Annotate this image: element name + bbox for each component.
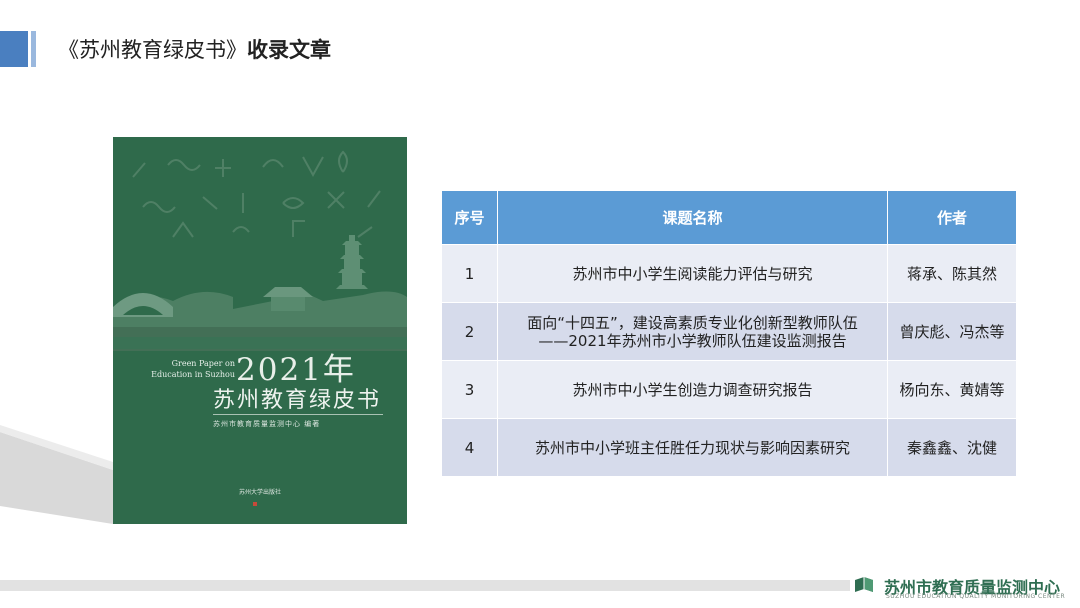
table-row: 3 苏州市中小学生创造力调查研究报告 杨向东、黄婧等 xyxy=(442,360,1016,418)
articles-table: 序号 课题名称 作者 1 苏州市中小学生阅读能力评估与研究 蒋承、陈其然 2 面… xyxy=(442,191,1016,476)
row-author: 杨向东、黄婧等 xyxy=(899,380,1005,399)
header-cell-number: 序号 xyxy=(442,191,498,244)
row-author: 秦鑫鑫、沈健 xyxy=(906,438,997,457)
row-title: 苏州市中小学生创造力调查研究报告 xyxy=(498,361,888,418)
book-english-line2: Education in Suzhou xyxy=(151,370,235,379)
row-title-line1: 面向“十四五”，建设高素质专业化创新型教师队伍 xyxy=(527,313,858,332)
row-number: 4 xyxy=(442,419,498,476)
header-accent-bar xyxy=(0,31,28,67)
footer-bar xyxy=(0,580,850,591)
book-english-title: Green Paper on Education in Suzhou xyxy=(145,358,235,380)
row-title-line1: 苏州市中小学班主任胜任力现状与影响因素研究 xyxy=(534,438,850,457)
row-title: 面向“十四五”，建设高素质专业化创新型教师队伍 ——2021年苏州市小学教师队伍建… xyxy=(498,303,888,360)
row-title-line2: ——2021年苏州市小学教师队伍建设监测报告 xyxy=(538,331,847,350)
book-english-line1: Green Paper on xyxy=(171,359,235,368)
row-author: 蒋承、陈其然 xyxy=(906,264,997,283)
row-author: 曾庆彪、冯杰等 xyxy=(899,322,1005,341)
page-title-bold: 收录文章 xyxy=(247,38,331,62)
table-header-row: 序号 课题名称 作者 xyxy=(442,191,1016,244)
row-number: 1 xyxy=(442,245,498,302)
page-title: 《苏州教育绿皮书》收录文章 xyxy=(58,34,331,66)
header-cell-title: 课题名称 xyxy=(498,191,888,244)
row-title-line1: 苏州市中小学生阅读能力评估与研究 xyxy=(572,264,813,283)
book-cover-artwork xyxy=(113,150,407,506)
row-title: 苏州市中小学班主任胜任力现状与影响因素研究 xyxy=(498,419,888,476)
table-row: 2 面向“十四五”，建设高素质专业化创新型教师队伍 ——2021年苏州市小学教师队… xyxy=(442,302,1016,360)
book-title: 苏州教育绿皮书 xyxy=(213,388,382,413)
table-row: 4 苏州市中小学班主任胜任力现状与影响因素研究 秦鑫鑫、沈健 xyxy=(442,418,1016,476)
table-row: 1 苏州市中小学生阅读能力评估与研究 蒋承、陈其然 xyxy=(442,244,1016,302)
row-title: 苏州市中小学生阅读能力评估与研究 xyxy=(498,245,888,302)
header-accent-bar-thin xyxy=(31,31,36,67)
header-cell-author: 作者 xyxy=(936,208,967,227)
row-number: 2 xyxy=(442,303,498,360)
book-press: 苏州大学出版社 xyxy=(239,489,282,496)
book-cover-image: Green Paper on Education in Suzhou 2021年… xyxy=(113,137,407,524)
row-number: 3 xyxy=(442,361,498,418)
book-icon xyxy=(855,577,873,592)
book-editor: 苏州市教育质量监测中心 编著 xyxy=(213,420,321,428)
footer-org-name-en: SUZHOU EDUCATION QUALITY MONITORING CENT… xyxy=(886,593,1066,600)
page-title-main: 《苏州教育绿皮书》 xyxy=(58,38,247,62)
row-title-line1: 苏州市中小学生创造力调查研究报告 xyxy=(572,380,813,399)
